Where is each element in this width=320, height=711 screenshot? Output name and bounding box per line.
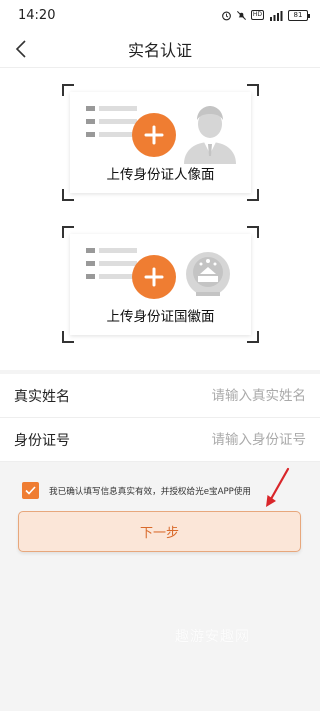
page-title: 实名认证 — [127, 40, 192, 60]
id-card-back-illustration: 上传身份证国徽面 — [70, 234, 251, 335]
name-input[interactable] — [156, 387, 306, 404]
plus-icon — [132, 255, 176, 299]
mute-icon — [236, 10, 247, 21]
name-label: 真实姓名 — [14, 388, 70, 405]
back-button[interactable] — [8, 36, 34, 62]
national-emblem-icon — [178, 244, 238, 308]
status-time: 14:20 — [18, 7, 56, 23]
status-bar: 14:20 HD 81 — [0, 0, 320, 30]
upload-area: 上传身份证人像面 上传身份证国徽面 — [0, 68, 320, 370]
annotation-arrow-icon — [266, 467, 290, 507]
text-lines-icon — [86, 248, 137, 287]
upload-back-label: 上传身份证国徽面 — [106, 309, 215, 325]
hd-icon: HD — [250, 10, 264, 20]
id-number-row: 身份证号 — [0, 418, 320, 462]
id-number-input[interactable] — [156, 431, 306, 448]
identity-form: 真实姓名 身份证号 — [0, 374, 320, 462]
portrait-icon — [178, 102, 242, 168]
name-row: 真实姓名 — [0, 374, 320, 418]
signal-icon — [268, 10, 284, 21]
nav-bar: 实名认证 — [0, 30, 320, 68]
id-card-front-illustration: 上传身份证人像面 — [70, 92, 251, 193]
battery-icon: 81 — [288, 9, 310, 21]
agreement-checkbox[interactable] — [22, 482, 39, 499]
chevron-left-icon — [15, 40, 26, 58]
status-icons: HD 81 — [221, 9, 310, 21]
alarm-icon — [221, 10, 232, 21]
agreement-text: 我已确认填写信息真实有效，并授权给光e宝APP使用 — [49, 486, 252, 497]
agreement: 我已确认填写信息真实有效，并授权给光e宝APP使用 — [22, 482, 251, 499]
plus-icon — [132, 113, 176, 157]
watermark: 趣游安趣网 — [175, 629, 250, 645]
upload-front-label: 上传身份证人像面 — [106, 167, 215, 183]
text-lines-icon — [86, 106, 137, 145]
upload-id-back[interactable]: 上传身份证国徽面 — [62, 226, 259, 343]
next-step-button[interactable]: 下一步 — [18, 511, 301, 552]
checkmark-icon — [25, 486, 36, 495]
upload-id-front[interactable]: 上传身份证人像面 — [62, 84, 259, 201]
id-number-label: 身份证号 — [14, 432, 70, 449]
